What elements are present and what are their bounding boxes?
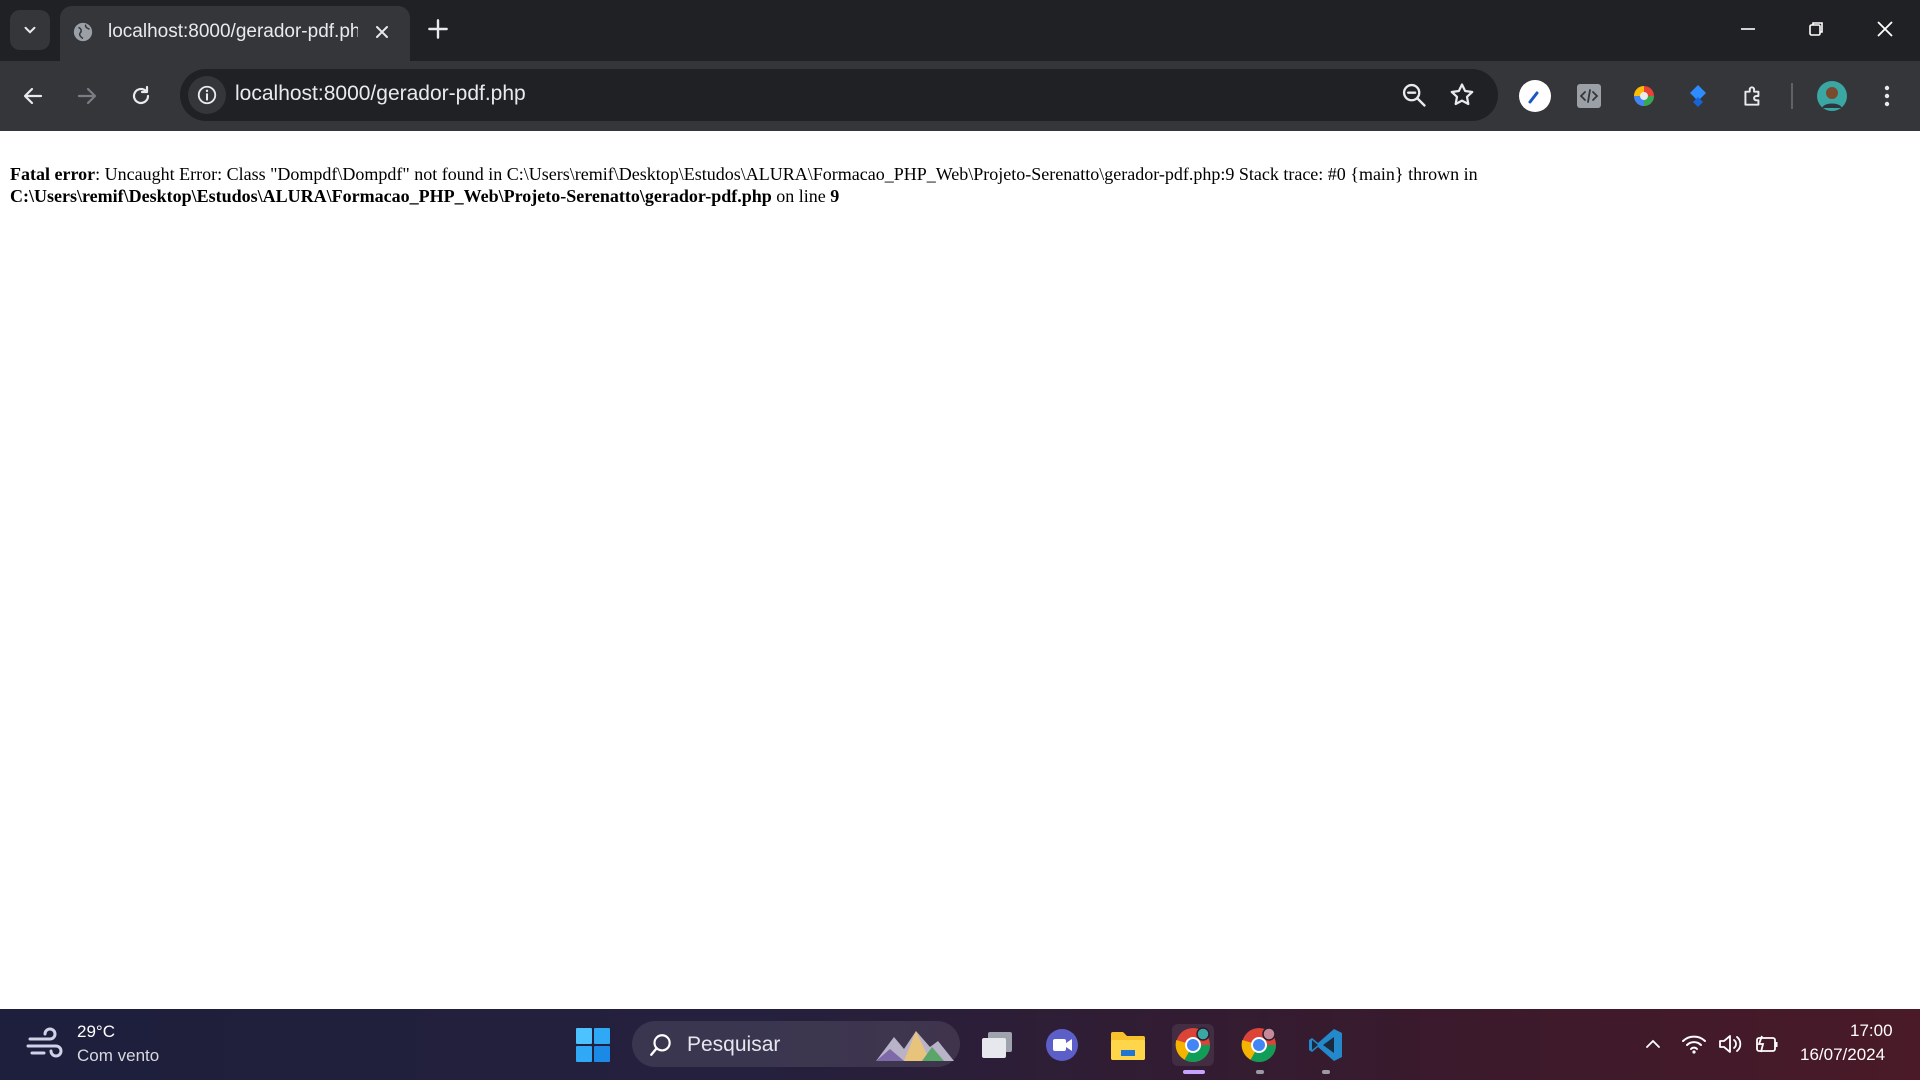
minimize-icon — [1741, 28, 1755, 30]
window-close-button[interactable] — [1870, 14, 1900, 44]
tab-title: localhost:8000/gerador-pdf.php — [108, 21, 358, 42]
taskbar-chrome-2[interactable] — [1238, 1024, 1280, 1066]
forward-button[interactable] — [72, 81, 102, 111]
search-icon — [650, 1034, 671, 1056]
globe-icon — [73, 22, 93, 42]
error-line-number: 9 — [830, 186, 840, 206]
extensions-menu-button[interactable] — [1736, 79, 1770, 113]
taskbar-meet[interactable] — [1041, 1024, 1083, 1066]
extension-icon — [1519, 80, 1551, 112]
clock-time: 17:00 — [1850, 1021, 1893, 1040]
error-text: : Uncaught Error: Class "Dompdf\Dompdf" … — [95, 164, 1478, 184]
chevron-down-icon — [24, 26, 36, 34]
extension-button-2[interactable] — [1572, 79, 1606, 113]
browser-menu-button[interactable] — [1870, 79, 1904, 113]
volume-icon — [1719, 1035, 1742, 1053]
site-info-button[interactable] — [188, 76, 226, 114]
video-chat-icon — [1046, 1029, 1078, 1061]
reload-icon — [132, 85, 150, 105]
error-file: C:\Users\remif\Desktop\Estudos\ALURA\For… — [10, 186, 772, 206]
tab-active[interactable]: localhost:8000/gerador-pdf.php — [60, 6, 410, 61]
reload-button[interactable] — [126, 81, 156, 111]
minimize-button[interactable] — [1733, 14, 1763, 44]
start-button[interactable] — [572, 1024, 614, 1066]
chrome-icon — [1175, 1027, 1210, 1062]
active-app-indicator — [1183, 1070, 1205, 1074]
restore-icon — [1809, 22, 1823, 36]
profile-button[interactable] — [1815, 79, 1849, 113]
page-content: Fatal error: Uncaught Error: Class "Domp… — [0, 131, 1920, 1009]
info-icon — [197, 85, 217, 105]
address-bar[interactable]: localhost:8000/gerador-pdf.php — [180, 69, 1498, 121]
diamond-icon — [1690, 85, 1706, 107]
battery-charging-icon — [1756, 1035, 1778, 1053]
weather-temperature: 29°C — [77, 1022, 115, 1041]
windows-icon — [576, 1028, 610, 1062]
window-close-icon — [1877, 21, 1893, 37]
close-icon[interactable] — [370, 20, 394, 44]
chrome-icon — [1241, 1027, 1276, 1062]
taskbar-search[interactable]: Pesquisar — [632, 1021, 960, 1067]
folder-icon — [1111, 1032, 1145, 1060]
tab-search-button[interactable] — [10, 10, 50, 50]
vscode-icon — [1309, 1029, 1342, 1061]
avatar — [1817, 81, 1847, 111]
plus-icon[interactable] — [425, 16, 451, 42]
chevron-up-icon — [1646, 1039, 1660, 1048]
clock-date: 16/07/2024 — [1800, 1045, 1886, 1064]
wifi-button[interactable] — [1681, 1031, 1707, 1057]
taskbar-task-view[interactable] — [977, 1024, 1019, 1066]
tab-strip: localhost:8000/gerador-pdf.php — [0, 0, 1920, 61]
app-indicator — [1256, 1070, 1264, 1074]
back-icon — [23, 87, 43, 105]
task-view-icon — [982, 1032, 1012, 1058]
search-placeholder: Pesquisar — [687, 1033, 781, 1056]
restore-button[interactable] — [1801, 14, 1831, 44]
browser-toolbar: localhost:8000/gerador-pdf.php — [0, 61, 1920, 131]
battery-button[interactable] — [1754, 1031, 1780, 1057]
extension-button-1[interactable] — [1518, 79, 1552, 113]
wind-icon — [26, 1027, 63, 1058]
color-wheel-icon — [1634, 86, 1654, 106]
taskbar-vscode[interactable] — [1305, 1024, 1347, 1066]
zoom-icon[interactable] — [1400, 81, 1428, 109]
mountains-icon — [876, 1031, 954, 1061]
menu-icon — [1884, 85, 1890, 107]
taskbar-chrome-1[interactable] — [1172, 1024, 1214, 1066]
tray-overflow-button[interactable] — [1640, 1031, 1666, 1057]
taskbar-file-explorer[interactable] — [1107, 1024, 1149, 1066]
extension-button-4[interactable] — [1681, 79, 1715, 113]
taskbar: 29°C Com vento Pesquisar 17:00 16/07/202… — [0, 1009, 1920, 1080]
weather-condition: Com vento — [77, 1046, 160, 1065]
on-line-text: on line — [771, 186, 831, 206]
app-indicator — [1322, 1070, 1330, 1074]
puzzle-icon — [1744, 86, 1760, 106]
forward-icon — [77, 87, 97, 105]
error-label: Fatal error — [10, 164, 96, 184]
volume-button[interactable] — [1717, 1031, 1743, 1057]
wifi-icon — [1682, 1035, 1706, 1054]
php-error-message: Fatal error: Uncaught Error: Class "Domp… — [10, 163, 1610, 207]
address-url[interactable]: localhost:8000/gerador-pdf.php — [235, 82, 526, 106]
extension-button-3[interactable] — [1627, 79, 1661, 113]
back-button[interactable] — [18, 81, 48, 111]
star-icon[interactable] — [1448, 81, 1476, 109]
code-icon — [1577, 84, 1601, 108]
toolbar-divider — [1791, 83, 1793, 109]
